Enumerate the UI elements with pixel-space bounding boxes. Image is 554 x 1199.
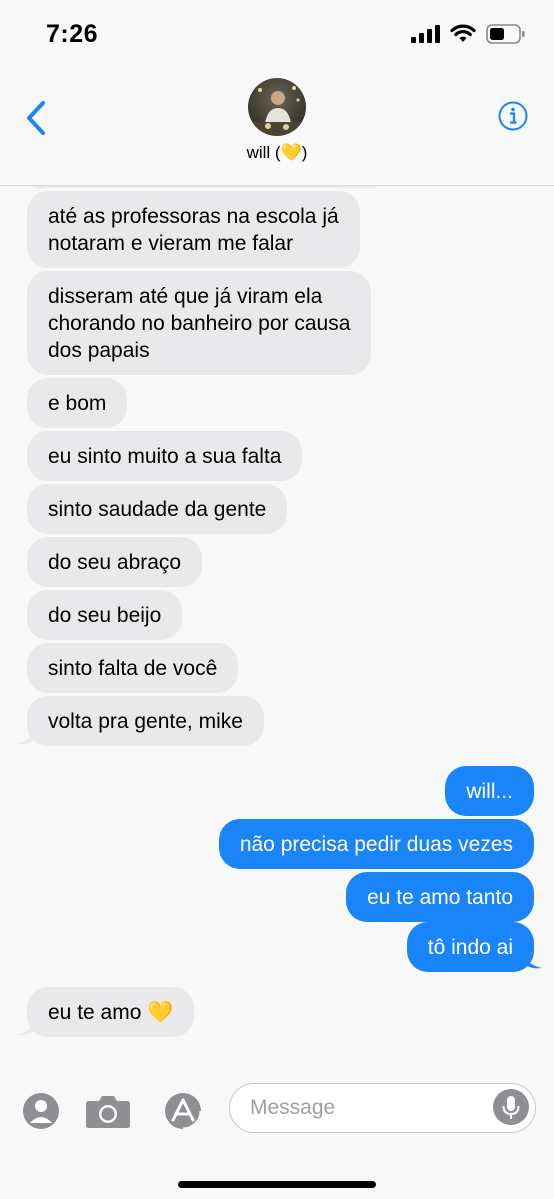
outgoing-message[interactable]: tô indo ai <box>406 922 534 972</box>
message-bubble-partial <box>27 186 383 188</box>
incoming-message[interactable]: do seu abraço <box>27 537 203 587</box>
incoming-message[interactable]: e bom <box>27 378 128 428</box>
memoji-icon[interactable] <box>22 1092 60 1130</box>
incoming-message[interactable]: volta pra gente, mike <box>27 696 264 746</box>
incoming-message[interactable]: até as professoras na escola já notaram … <box>27 191 360 268</box>
status-time: 7:26 <box>46 20 99 48</box>
message-input[interactable]: Message <box>229 1083 536 1133</box>
bubble-tail <box>16 726 38 745</box>
bubble-tail <box>520 950 542 969</box>
avatar-photo <box>248 78 306 136</box>
incoming-message[interactable]: eu te amo 💛 <box>27 987 195 1037</box>
incoming-message[interactable]: disseram até que já viram ela chorando n… <box>27 271 372 375</box>
battery-icon <box>486 24 525 44</box>
outgoing-message[interactable]: eu te amo tanto <box>346 872 534 922</box>
bubble-tail <box>16 1017 38 1036</box>
contact-avatar[interactable] <box>248 78 306 136</box>
incoming-message[interactable]: sinto falta de você <box>27 643 239 693</box>
message-placeholder: Message <box>250 1096 336 1119</box>
status-icons <box>411 24 526 44</box>
incoming-message[interactable]: eu sinto muito a sua falta <box>27 431 303 481</box>
cellular-signal-icon <box>411 25 440 43</box>
info-icon[interactable] <box>498 101 528 131</box>
incoming-message[interactable]: sinto saudade da gente <box>27 484 288 534</box>
outgoing-message[interactable]: will... <box>445 766 534 816</box>
camera-icon[interactable] <box>85 1093 131 1129</box>
message-thread[interactable]: até as professoras na escola já notaram … <box>0 186 554 1071</box>
home-indicator[interactable] <box>178 1181 376 1188</box>
microphone-icon <box>502 1096 520 1119</box>
conversation-header: will (💛) <box>0 70 554 186</box>
back-chevron-icon[interactable] <box>24 100 48 136</box>
microphone-button[interactable] <box>493 1089 529 1125</box>
app-store-icon[interactable] <box>159 1092 207 1130</box>
compose-bar: Message <box>0 1072 554 1199</box>
wifi-icon <box>450 24 476 42</box>
status-bar: 7:26 <box>0 0 554 70</box>
contact-name[interactable]: will (💛) <box>0 143 554 163</box>
incoming-message[interactable]: do seu beijo <box>27 590 183 640</box>
outgoing-message[interactable]: não precisa pedir duas vezes <box>218 819 534 869</box>
